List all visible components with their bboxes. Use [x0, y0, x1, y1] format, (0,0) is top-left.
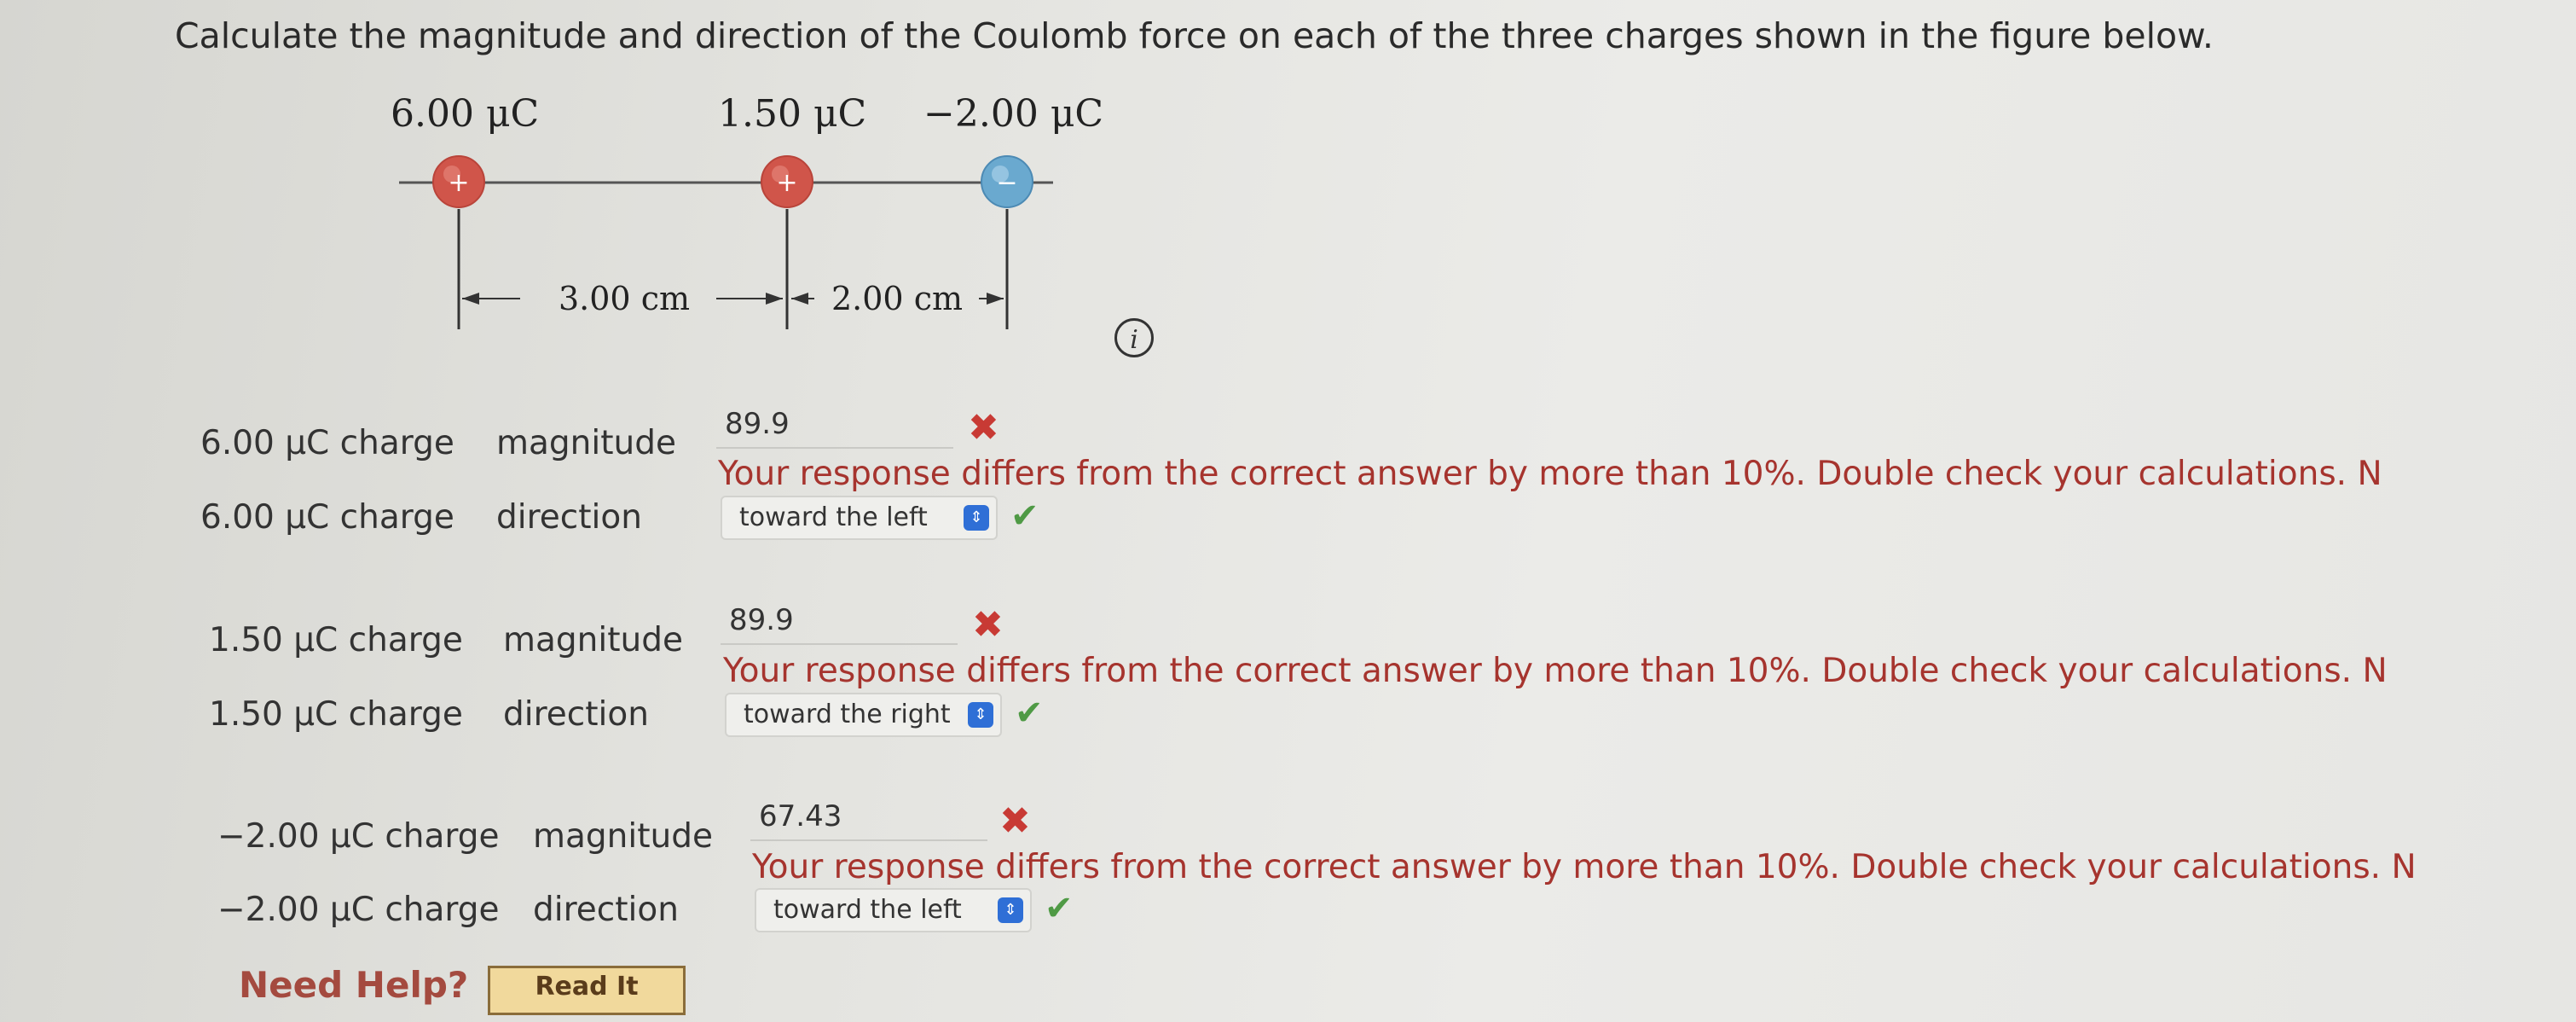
row1-magnitude-label: 6.00 μC charge	[200, 424, 454, 462]
row3-feedback: Your response differs from the correct a…	[752, 848, 2417, 886]
select-arrows-icon: ⇕	[968, 702, 993, 728]
figure-diagram: + + −	[399, 155, 1053, 329]
row3-wrong-icon: ✖	[999, 799, 1031, 843]
charge-2-circle: +	[761, 155, 813, 208]
charge-1-circle: +	[432, 155, 485, 208]
row3-magnitude-word: magnitude	[533, 817, 713, 856]
row2-direction-value: toward the right	[744, 700, 951, 729]
row2-feedback: Your response differs from the correct a…	[723, 652, 2388, 690]
row2-magnitude-word: magnitude	[503, 621, 683, 659]
row1-magnitude-word: magnitude	[496, 424, 676, 462]
row1-direction-label: 6.00 μC charge	[200, 498, 454, 537]
row2-wrong-icon: ✖	[972, 603, 1004, 647]
charge-1-label: 6.00 μC	[391, 92, 540, 136]
row1-feedback: Your response differs from the correct a…	[718, 455, 2382, 493]
charge-2-label: 1.50 μC	[718, 92, 867, 136]
select-arrows-icon: ⇕	[964, 505, 989, 531]
row2-direction-word: direction	[503, 695, 649, 734]
row3-magnitude-label: −2.00 μC charge	[217, 817, 500, 856]
row1-direction-value: toward the left	[739, 502, 928, 532]
charge-3-circle: −	[981, 155, 1033, 208]
row3-direction-label: −2.00 μC charge	[217, 891, 500, 929]
row2-correct-icon: ✔	[1015, 694, 1044, 733]
charge-1-sign: +	[448, 168, 469, 198]
question-text: Calculate the magnitude and direction of…	[175, 15, 2214, 56]
distance-1-label: 3.00 cm	[559, 280, 691, 317]
row3-direction-value: toward the left	[773, 895, 962, 925]
row2-direction-label: 1.50 μC charge	[209, 695, 463, 734]
row2-magnitude-input[interactable]	[721, 597, 958, 645]
row2-direction-select[interactable]: toward the right ⇕	[725, 693, 1002, 737]
select-arrows-icon: ⇕	[998, 897, 1023, 923]
row1-direction-word: direction	[496, 498, 642, 537]
charge-3-sign: −	[996, 168, 1017, 198]
need-help-label: Need Help?	[239, 964, 469, 1006]
read-it-button[interactable]: Read It	[488, 966, 686, 1015]
row3-direction-word: direction	[533, 891, 679, 929]
distance-2-label: 2.00 cm	[831, 280, 964, 317]
row1-wrong-icon: ✖	[968, 406, 999, 450]
charge-2-sign: +	[776, 168, 797, 198]
row1-correct-icon: ✔	[1010, 496, 1039, 536]
info-icon[interactable]: i	[1114, 318, 1154, 357]
row1-direction-select[interactable]: toward the left ⇕	[721, 496, 998, 540]
row2-magnitude-label: 1.50 μC charge	[209, 621, 463, 659]
charge-3-label: −2.00 μC	[923, 92, 1104, 136]
row3-direction-select[interactable]: toward the left ⇕	[755, 888, 1032, 932]
row1-magnitude-input[interactable]	[716, 401, 953, 449]
row3-magnitude-input[interactable]	[750, 793, 987, 841]
row3-correct-icon: ✔	[1045, 889, 1074, 928]
